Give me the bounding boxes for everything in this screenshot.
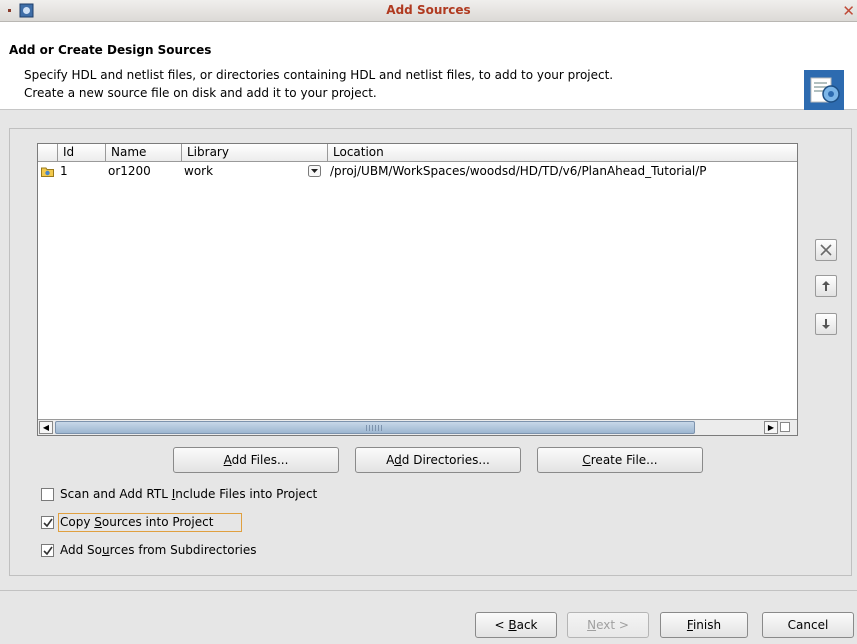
- copy-sources-mnemonic: S: [94, 515, 102, 529]
- copy-sources-label-post: ources into Project: [101, 515, 214, 529]
- add-directories-label-pre: A: [386, 453, 395, 467]
- back-label-post: ack: [516, 618, 538, 632]
- scroll-corner: [780, 422, 790, 432]
- scan-rtl-label-post: nclude Files into Project: [175, 487, 318, 501]
- create-file-label-post: reate File...: [590, 453, 658, 467]
- copy-sources-label[interactable]: Copy Sources into Project: [60, 515, 213, 529]
- window-title: Add Sources: [386, 3, 471, 17]
- checkmark-icon: [43, 518, 53, 528]
- add-files-button[interactable]: Add Files...: [173, 447, 339, 473]
- checkmark-icon: [43, 546, 53, 556]
- sources-table[interactable]: Id Name Library Location 1 or1200 work /…: [37, 143, 798, 436]
- finish-button[interactable]: Finish: [660, 612, 748, 638]
- scan-rtl-label[interactable]: Scan and Add RTL Include Files into Proj…: [60, 487, 317, 501]
- wizard-page-icon: [804, 70, 844, 110]
- back-mnemonic: B: [508, 618, 517, 632]
- add-subdirs-label[interactable]: Add Sources from Subdirectories: [60, 543, 256, 557]
- add-subdirs-mnemonic: u: [102, 543, 110, 557]
- copy-sources-checkbox[interactable]: [41, 516, 54, 529]
- column-header-library[interactable]: Library: [181, 144, 327, 162]
- row-name: or1200: [108, 164, 151, 178]
- source-file-icon: [41, 167, 54, 177]
- scroll-left-icon[interactable]: ◀: [39, 421, 53, 434]
- scroll-right-icon[interactable]: ▶: [764, 421, 778, 434]
- add-files-label-post: dd Files...: [231, 453, 289, 467]
- finish-label-post: inish: [692, 618, 722, 632]
- column-header-name[interactable]: Name: [105, 144, 181, 162]
- page-description-line1: Specify HDL and netlist files, or direct…: [24, 68, 614, 82]
- add-subdirs-label-pre: Add So: [60, 543, 103, 557]
- scrollbar-grip: [366, 425, 382, 431]
- remove-button[interactable]: [815, 239, 837, 261]
- scan-rtl-checkbox[interactable]: [41, 488, 54, 501]
- window-titlebar: Add Sources ✕: [0, 0, 857, 22]
- copy-sources-label-pre: Copy: [60, 515, 95, 529]
- dropdown-arrow-icon[interactable]: [308, 165, 321, 177]
- column-header-id[interactable]: Id: [57, 144, 105, 162]
- scan-rtl-label-pre: Scan and Add RTL: [60, 487, 172, 501]
- next-label-post: ext >: [596, 618, 629, 632]
- create-file-mnemonic: C: [582, 453, 591, 467]
- next-button[interactable]: Next >: [567, 612, 649, 638]
- wizard-header: Add or Create Design Sources Specify HDL…: [0, 22, 857, 110]
- add-directories-mnemonic: d: [394, 453, 402, 467]
- page-description-line2: Create a new source file on disk and add…: [24, 86, 377, 100]
- create-file-button[interactable]: Create File...: [537, 447, 703, 473]
- next-mnemonic: N: [587, 618, 597, 632]
- move-down-arrow-icon: [822, 319, 830, 329]
- add-files-mnemonic: A: [223, 453, 232, 467]
- back-label-pre: <: [494, 618, 509, 632]
- row-location: /proj/UBM/WorkSpaces/woodsd/HD/TD/v6/Pla…: [330, 164, 707, 178]
- add-directories-label-post: d Directories...: [401, 453, 490, 467]
- table-row[interactable]: 1 or1200 work /proj/UBM/WorkSpaces/woods…: [38, 163, 797, 180]
- cancel-button[interactable]: Cancel: [762, 612, 854, 638]
- back-button[interactable]: < Back: [475, 612, 557, 638]
- horizontal-scrollbar[interactable]: ◀ ▶: [38, 419, 797, 435]
- move-up-arrow-icon: [822, 281, 830, 291]
- row-id: 1: [60, 164, 68, 178]
- move-up-button[interactable]: [815, 275, 837, 297]
- scrollbar-thumb[interactable]: [55, 421, 695, 434]
- add-subdirs-checkbox[interactable]: [41, 544, 54, 557]
- move-down-button[interactable]: [815, 313, 837, 335]
- table-header: Id Name Library Location: [38, 144, 797, 162]
- column-header-location[interactable]: Location: [327, 144, 797, 162]
- add-directories-button[interactable]: Add Directories...: [355, 447, 521, 473]
- footer-separator: [0, 590, 857, 591]
- window-close-icon[interactable]: ✕: [842, 2, 855, 20]
- row-library[interactable]: work: [184, 163, 213, 180]
- remove-x-icon: [820, 244, 832, 256]
- add-subdirs-label-post: rces from Subdirectories: [109, 543, 257, 557]
- page-title: Add or Create Design Sources: [9, 43, 212, 57]
